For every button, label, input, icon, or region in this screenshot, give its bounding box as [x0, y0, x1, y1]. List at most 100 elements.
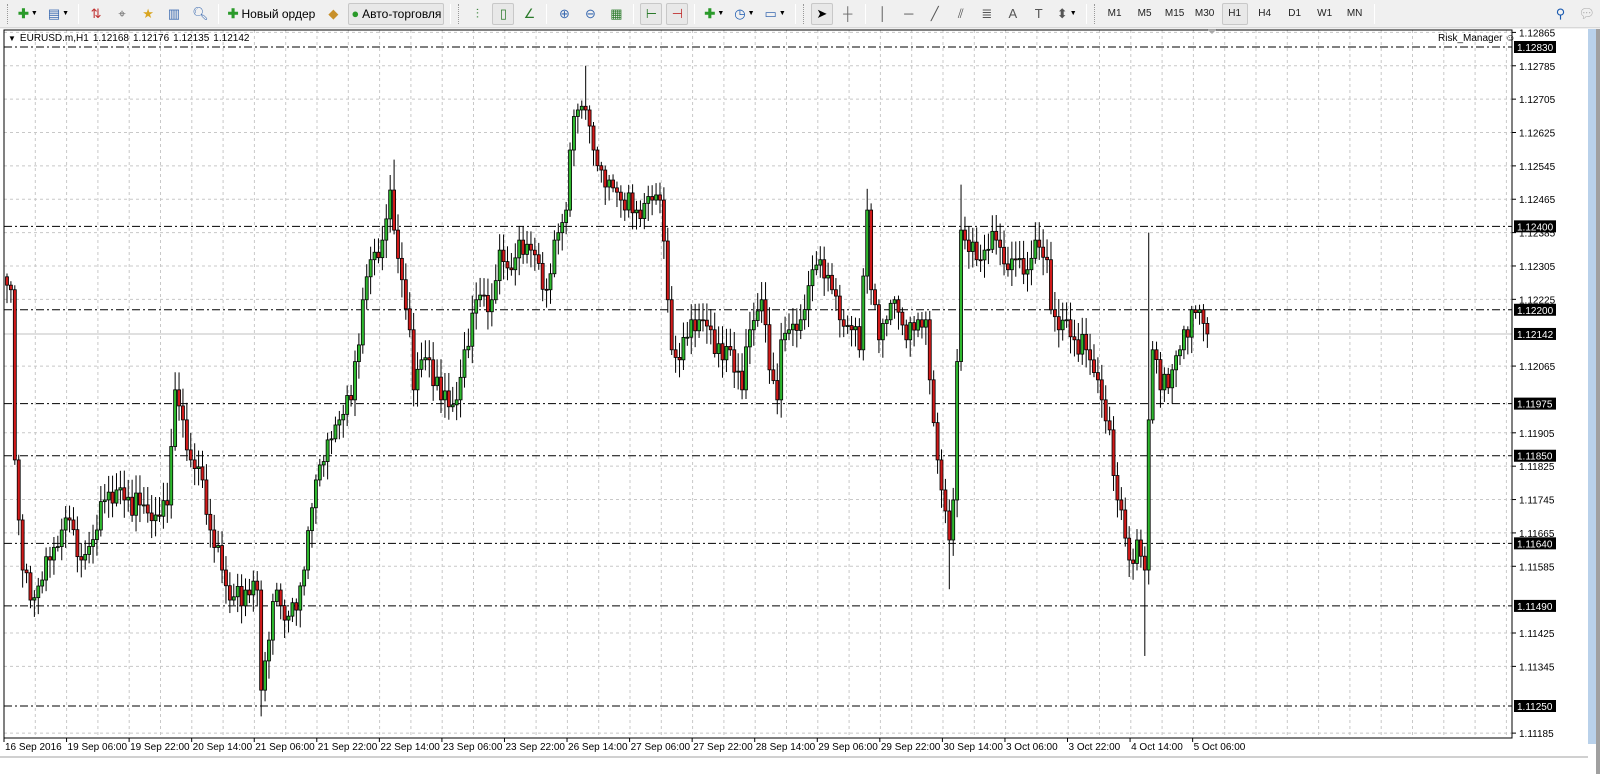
candle-body	[282, 605, 287, 621]
candle-body	[321, 461, 326, 466]
vertical-scrollbar[interactable]	[1588, 29, 1596, 744]
candle-body	[595, 149, 600, 167]
candle-body	[759, 299, 764, 312]
candle-body	[865, 209, 870, 277]
candle-body	[177, 389, 181, 407]
time-label: 16 Sep 2016	[5, 742, 62, 753]
candle-body	[736, 370, 741, 373]
candle-body	[599, 165, 604, 171]
candle-body	[994, 230, 999, 241]
price-tick-label: 1.11585	[1519, 562, 1555, 573]
level-price-label: 1.11975	[1517, 400, 1553, 411]
candle-body	[55, 546, 60, 548]
candle-body	[775, 380, 780, 401]
candle-body	[822, 259, 827, 279]
candle-body	[192, 459, 197, 469]
candle-body	[622, 199, 627, 211]
candle-body	[642, 202, 647, 219]
candle-body	[313, 479, 318, 509]
time-label: 5 Oct 06:00	[1194, 742, 1246, 753]
candle-body	[493, 280, 498, 301]
candle-body	[247, 589, 252, 596]
candle-body	[501, 249, 506, 263]
candle-body	[396, 229, 400, 259]
candle-body	[552, 239, 557, 275]
candle-body	[966, 239, 971, 252]
candle-body	[149, 512, 154, 522]
candle-body	[834, 289, 838, 297]
candle-body	[267, 639, 271, 662]
candle-body	[317, 464, 322, 481]
candle-body	[474, 299, 479, 314]
candle-body	[337, 419, 342, 426]
candle-body	[36, 585, 41, 599]
candle-body	[912, 322, 917, 331]
price-tick-label: 1.11905	[1519, 429, 1555, 440]
candle-body	[364, 276, 369, 301]
candle-body	[1103, 399, 1108, 422]
candle-body	[947, 510, 952, 541]
candle-body	[536, 254, 541, 264]
candle-body	[263, 660, 267, 691]
candle-body	[1080, 333, 1085, 355]
candle-body	[122, 487, 127, 501]
smiley-icon: ☺	[1502, 33, 1516, 44]
candle-body	[669, 299, 674, 351]
candle-body	[685, 336, 690, 339]
candle-body	[1068, 319, 1073, 338]
price-tick-label: 1.11425	[1519, 629, 1555, 640]
time-label: 27 Sep 22:00	[693, 742, 753, 753]
candle-body	[1166, 373, 1171, 389]
candle-body	[345, 395, 350, 415]
level-price-label: 1.12200	[1517, 306, 1554, 317]
candle-body	[458, 376, 463, 401]
time-label: 20 Sep 14:00	[193, 742, 253, 753]
candle-body	[927, 319, 932, 381]
candle-body	[701, 319, 705, 322]
candle-body	[748, 329, 752, 348]
candle-body	[923, 319, 928, 328]
candle-body	[740, 370, 744, 391]
candle-body	[91, 539, 95, 547]
candle-body	[341, 413, 346, 421]
candle-body	[712, 329, 717, 354]
candle-body	[411, 329, 416, 391]
candle-body	[388, 189, 393, 220]
price-tick-label: 1.12065	[1519, 362, 1556, 373]
candle-body	[67, 517, 72, 521]
candle-body	[791, 323, 795, 331]
time-label: 22 Sep 14:00	[380, 742, 440, 753]
candle-body	[204, 479, 209, 515]
candle-body	[689, 319, 694, 338]
price-tick-label: 1.12705	[1519, 95, 1556, 106]
candle-body	[806, 285, 811, 311]
candle-body	[462, 349, 467, 378]
expert-advisor-label[interactable]: Risk_Manager ☺	[1438, 33, 1515, 44]
level-price-label: 1.11250	[1517, 702, 1553, 713]
candle-body	[1127, 537, 1132, 561]
candle-body	[841, 319, 846, 327]
time-label: 23 Sep 22:00	[505, 742, 565, 753]
candle-body	[959, 229, 963, 362]
time-label: 21 Sep 22:00	[318, 742, 378, 753]
candle-body	[407, 308, 412, 331]
candle-body	[697, 319, 701, 332]
chart-header: ▼ EURUSD.m,H1 1.12168 1.12176 1.12135 1.…	[8, 33, 249, 44]
close-price: 1.12142	[213, 33, 250, 44]
candle-body	[52, 546, 56, 561]
candlestick-chart[interactable]: 1.12865 1.12785 1.12705 1.12625 1.12545 1.124…	[0, 0, 1588, 774]
price-tick-label: 1.12625	[1519, 129, 1556, 140]
price-tick-label: 1.11345	[1519, 662, 1555, 673]
candle-body	[360, 299, 365, 346]
candle-body	[446, 390, 451, 408]
chart-menu-triangle-icon[interactable]: ▼	[8, 34, 16, 43]
candle-body	[83, 554, 88, 561]
candle-body	[466, 345, 471, 351]
candle-body	[87, 546, 92, 555]
candle-body	[1158, 359, 1163, 391]
candle-body	[1182, 329, 1186, 351]
time-label: 29 Sep 22:00	[881, 742, 941, 753]
candle-body	[509, 267, 514, 271]
candle-body	[227, 585, 232, 601]
candle-body	[415, 368, 420, 391]
